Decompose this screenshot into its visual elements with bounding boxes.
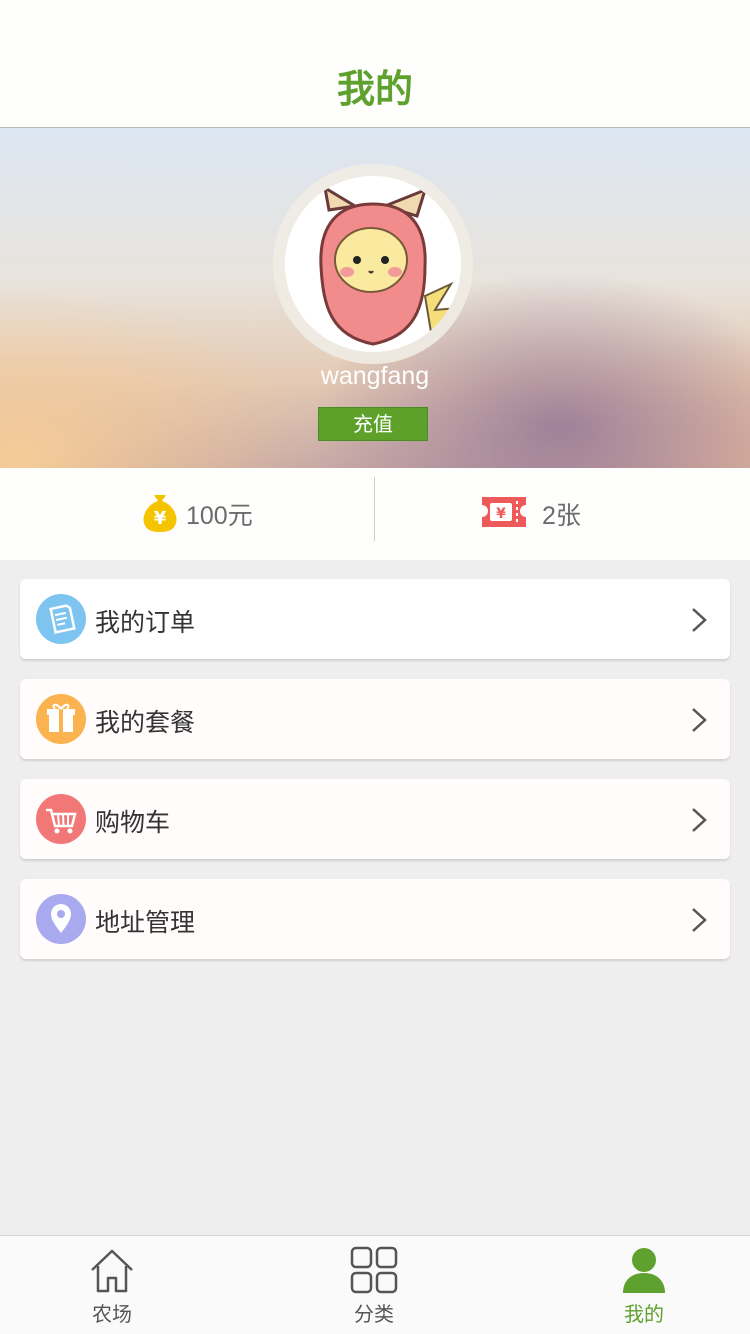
tab-label: 我的 [624,1302,664,1326]
chevron-right-icon [688,707,710,733]
tab-farm[interactable]: 农场 [52,1236,172,1334]
cart-icon [36,794,86,844]
menu-item-cart[interactable]: 购物车 [20,779,730,859]
avatar[interactable] [285,176,461,352]
gift-icon [36,694,86,744]
tab-label: 农场 [92,1302,132,1326]
stats-bar: ¥ 100元 ¥ 2张 [0,468,750,560]
chevron-right-icon [688,807,710,833]
tab-label: 分类 [354,1302,394,1326]
svg-text:¥: ¥ [154,508,167,529]
tab-category[interactable]: 分类 [314,1236,434,1334]
balance-stat[interactable]: ¥ 100元 [142,468,253,560]
location-icon [36,894,86,944]
menu-item-label: 购物车 [95,808,171,837]
balance-value: 100元 [186,502,253,530]
profile-header: wangfang 充值 [0,128,750,468]
avatar-ring [273,164,473,364]
menu-item-orders[interactable]: 我的订单 [20,579,730,659]
grid-icon [350,1246,398,1294]
coupon-icon: ¥ [480,495,528,533]
home-icon [88,1246,136,1294]
chevron-right-icon [688,607,710,633]
tab-mine[interactable]: 我的 [584,1236,704,1334]
svg-text:¥: ¥ [496,506,506,522]
nav-bar: 我的 [0,0,750,128]
recharge-button[interactable]: 充值 [318,407,428,441]
menu-item-label: 我的订单 [95,608,196,637]
coupon-count: 2张 [542,502,581,530]
username: wangfang [320,362,430,390]
coupon-stat[interactable]: ¥ 2张 [480,468,581,560]
page-title: 我的 [336,67,413,111]
tab-bar: 农场 分类 我的 [0,1235,750,1334]
menu-item-label: 我的套餐 [95,708,196,737]
chevron-right-icon [688,907,710,933]
stats-divider [374,477,375,541]
menu-item-label: 地址管理 [95,908,196,937]
money-bag-icon: ¥ [142,491,178,537]
order-icon [36,594,86,644]
menu-item-address[interactable]: 地址管理 [20,879,730,959]
user-icon [620,1246,668,1294]
menu-item-packages[interactable]: 我的套餐 [20,679,730,759]
